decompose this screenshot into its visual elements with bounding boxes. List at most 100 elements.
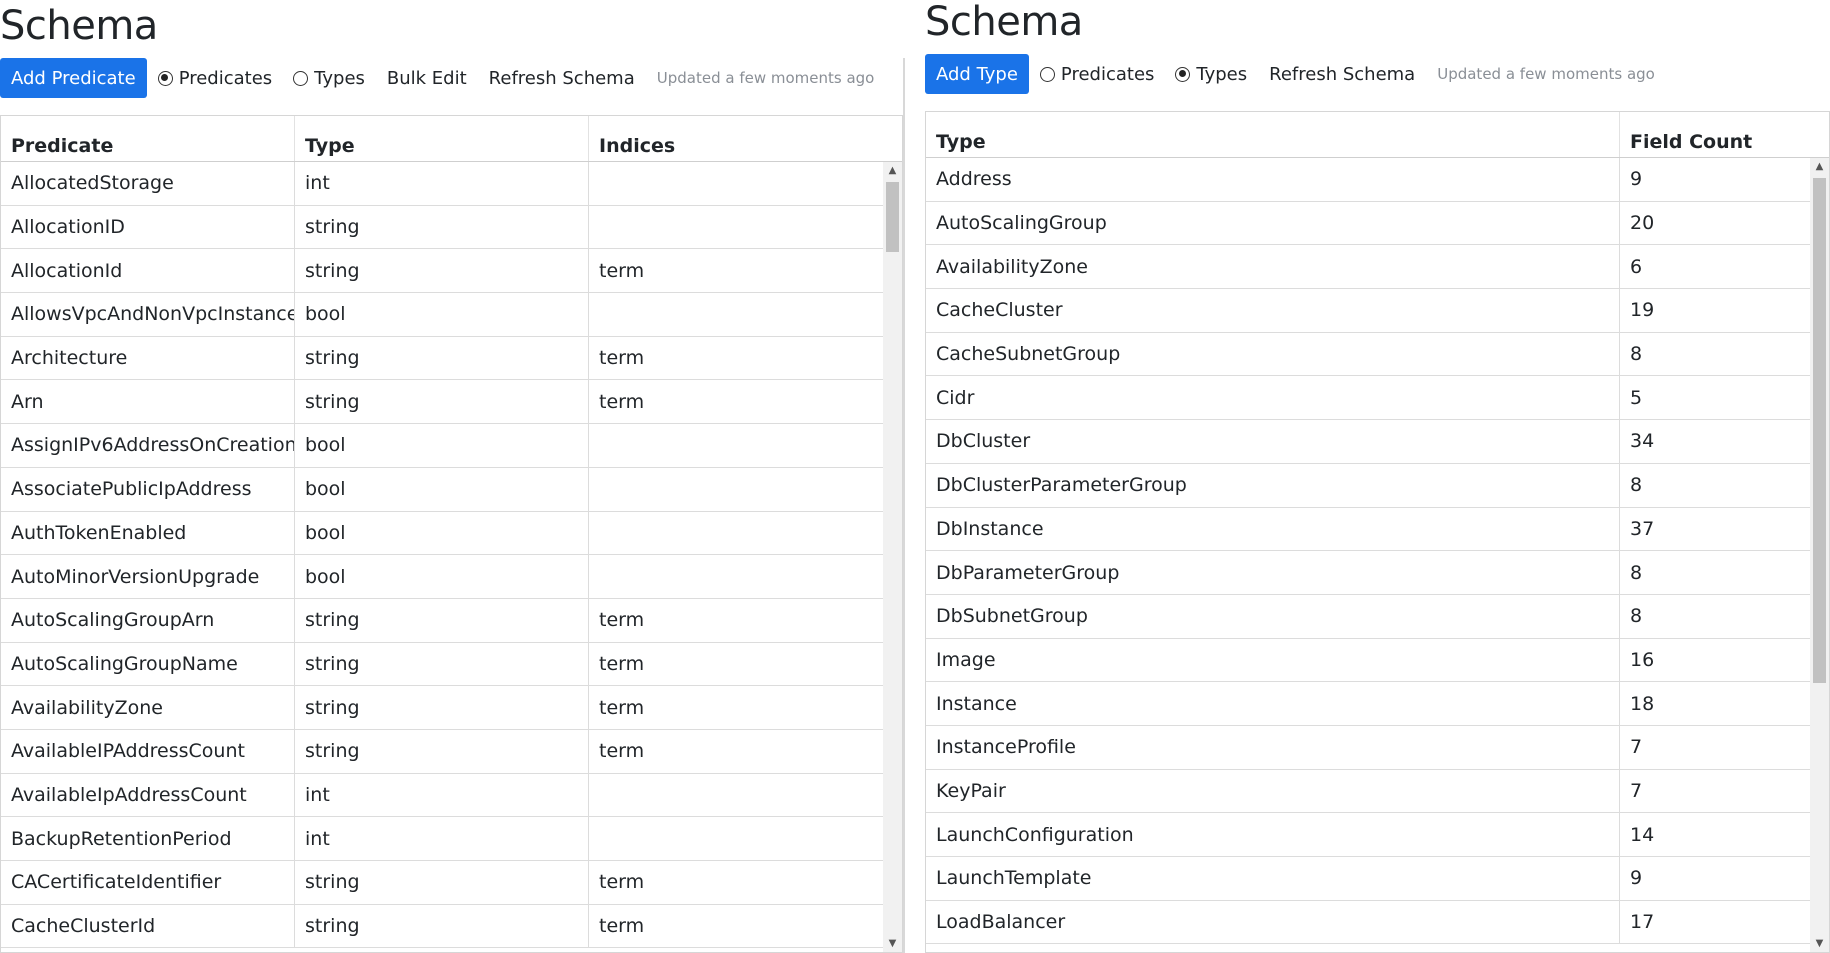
table-row[interactable]: Image 16 bbox=[926, 638, 1829, 683]
cell-predicate: AllocatedStorage bbox=[1, 162, 295, 205]
refresh-schema-button[interactable]: Refresh Schema bbox=[489, 68, 635, 89]
table-row[interactable]: CacheCluster 19 bbox=[926, 289, 1829, 333]
add-type-button[interactable]: Add Type bbox=[925, 54, 1029, 94]
table-row[interactable]: AllowsVpcAndNonVpcInstanceI bool bbox=[1, 293, 902, 337]
cell-type: string bbox=[295, 598, 589, 642]
cell-field-count: 18 bbox=[1630, 692, 1655, 715]
table-row[interactable]: CACertificateIdentifier string term bbox=[1, 861, 902, 905]
radio-predicates[interactable]: Predicates bbox=[1039, 64, 1154, 85]
cell-field-count: 7 bbox=[1630, 736, 1643, 759]
types-table: Type Field Count Address 9 AutoScalingGrou… bbox=[925, 111, 1830, 953]
cell-indices bbox=[589, 817, 883, 860]
table-row[interactable]: AvailableIpAddressCount int bbox=[1, 773, 902, 818]
cell-predicate: AllocationId bbox=[1, 249, 295, 293]
cell-type-name: LaunchConfiguration bbox=[926, 813, 1620, 856]
table-row[interactable]: AutoScalingGroupArn string term bbox=[1, 598, 902, 643]
cell-type-name: LaunchTemplate bbox=[926, 857, 1620, 900]
cell-type: int bbox=[295, 817, 589, 860]
radio-types[interactable]: Types bbox=[293, 68, 365, 89]
table-row[interactable]: DbSubnetGroup 8 bbox=[926, 594, 1829, 639]
table-row[interactable]: Instance 18 bbox=[926, 682, 1829, 726]
cell-type-name: AvailabilityZone bbox=[926, 245, 1620, 289]
cell-indices: term bbox=[599, 390, 645, 413]
cell-predicate: AvailabilityZone bbox=[1, 686, 295, 729]
table-row[interactable]: CacheSubnetGroup 8 bbox=[926, 332, 1829, 377]
table-row[interactable]: AllocationID string bbox=[1, 205, 902, 250]
column-header-field-count[interactable]: Field Count bbox=[1620, 112, 1810, 157]
table-row[interactable]: KeyPair 7 bbox=[926, 769, 1829, 814]
cell-type-name: Instance bbox=[926, 682, 1620, 725]
types-scrollbar[interactable]: ▲ ▼ bbox=[1810, 158, 1829, 952]
cell-field-count: 9 bbox=[1630, 168, 1643, 191]
table-row[interactable]: BackupRetentionPeriod int bbox=[1, 817, 902, 861]
table-row[interactable]: AutoScalingGroupName string term bbox=[1, 642, 902, 687]
scroll-down-arrow-icon[interactable]: ▼ bbox=[1810, 935, 1829, 952]
cell-field-count: 7 bbox=[1630, 779, 1643, 802]
predicates-table-body: AllocatedStorage int AllocationID string All… bbox=[1, 162, 902, 949]
predicates-scrollbar[interactable]: ▲ ▼ bbox=[883, 162, 902, 952]
table-row[interactable]: Address 9 bbox=[926, 158, 1829, 202]
radio-selected-icon bbox=[1175, 66, 1191, 82]
table-row[interactable]: DbCluster 34 bbox=[926, 420, 1829, 464]
table-row[interactable]: AllocatedStorage int bbox=[1, 162, 902, 206]
bulk-edit-button[interactable]: Bulk Edit bbox=[387, 68, 467, 89]
predicates-toolbar: Add Predicate Predicates Types Bulk Edit… bbox=[0, 58, 874, 98]
table-row[interactable]: AvailabilityZone string term bbox=[1, 686, 902, 730]
refresh-schema-button[interactable]: Refresh Schema bbox=[1269, 64, 1415, 85]
table-row[interactable]: DbClusterParameterGroup 8 bbox=[926, 463, 1829, 508]
radio-predicates[interactable]: Predicates bbox=[157, 67, 273, 89]
column-header-predicate[interactable]: Predicate bbox=[1, 116, 295, 161]
table-row[interactable]: LaunchTemplate 9 bbox=[926, 857, 1829, 901]
column-header-type[interactable]: Type bbox=[926, 112, 1620, 157]
add-predicate-button[interactable]: Add Predicate bbox=[0, 58, 147, 98]
column-header-indices[interactable]: Indices bbox=[589, 116, 883, 161]
scrollbar-thumb[interactable] bbox=[886, 182, 899, 252]
cell-indices: term bbox=[599, 740, 645, 763]
table-row[interactable]: AutoMinorVersionUpgrade bool bbox=[1, 555, 902, 599]
table-row[interactable]: AvailableIPAddressCount string term bbox=[1, 729, 902, 774]
cell-type-name: KeyPair bbox=[926, 769, 1620, 813]
table-row[interactable]: Cidr 5 bbox=[926, 376, 1829, 421]
updated-status: Updated a few moments ago bbox=[656, 69, 875, 87]
table-row[interactable]: AssignIPv6AddressOnCreation bool bbox=[1, 424, 902, 468]
table-row[interactable]: DbInstance 37 bbox=[926, 507, 1829, 552]
table-row[interactable]: AllocationId string term bbox=[1, 249, 902, 294]
scroll-down-arrow-icon[interactable]: ▼ bbox=[883, 935, 902, 952]
cell-type: int bbox=[295, 162, 589, 205]
table-row[interactable]: Arn string term bbox=[1, 380, 902, 425]
cell-indices bbox=[589, 555, 883, 598]
table-row[interactable]: AutoScalingGroup 20 bbox=[926, 201, 1829, 246]
scroll-up-arrow-icon[interactable]: ▲ bbox=[883, 162, 902, 179]
cell-field-count: 8 bbox=[1630, 474, 1643, 497]
cell-type-name: InstanceProfile bbox=[926, 725, 1620, 769]
table-row[interactable]: Architecture string term bbox=[1, 336, 902, 381]
cell-type-name: CacheSubnetGroup bbox=[926, 332, 1620, 376]
table-row[interactable]: AssociatePublicIpAddress bool bbox=[1, 467, 902, 512]
radio-types-label: Types bbox=[314, 67, 365, 89]
table-row[interactable]: AuthTokenEnabled bool bbox=[1, 511, 902, 556]
radio-selected-icon bbox=[157, 70, 173, 86]
table-row[interactable]: InstanceProfile 7 bbox=[926, 725, 1829, 770]
page-title: Schema bbox=[925, 0, 1083, 45]
cell-predicate: Arn bbox=[1, 380, 295, 424]
cell-type-name: DbParameterGroup bbox=[926, 551, 1620, 594]
cell-predicate: AvailableIpAddressCount bbox=[1, 773, 295, 817]
scroll-up-arrow-icon[interactable]: ▲ bbox=[1810, 158, 1829, 175]
cell-predicate: AutoMinorVersionUpgrade bbox=[1, 555, 295, 598]
table-row[interactable]: LoadBalancer 17 bbox=[926, 900, 1829, 945]
cell-indices: term bbox=[599, 871, 645, 894]
table-header: Type Field Count bbox=[926, 112, 1829, 158]
cell-field-count: 17 bbox=[1630, 911, 1655, 934]
cell-type: string bbox=[295, 249, 589, 293]
radio-predicates-label: Predicates bbox=[178, 67, 273, 89]
cell-type-name: DbCluster bbox=[926, 420, 1620, 463]
types-table-body: Address 9 AutoScalingGroup 20 AvailabilityZo… bbox=[926, 158, 1829, 945]
cell-field-count: 8 bbox=[1630, 561, 1643, 584]
column-header-type[interactable]: Type bbox=[295, 116, 589, 161]
table-row[interactable]: LaunchConfiguration 14 bbox=[926, 813, 1829, 857]
scrollbar-thumb[interactable] bbox=[1813, 178, 1826, 683]
table-row[interactable]: AvailabilityZone 6 bbox=[926, 245, 1829, 290]
table-row[interactable]: CacheClusterId string term bbox=[1, 904, 902, 949]
table-row[interactable]: DbParameterGroup 8 bbox=[926, 551, 1829, 595]
radio-types[interactable]: Types bbox=[1175, 64, 1247, 85]
